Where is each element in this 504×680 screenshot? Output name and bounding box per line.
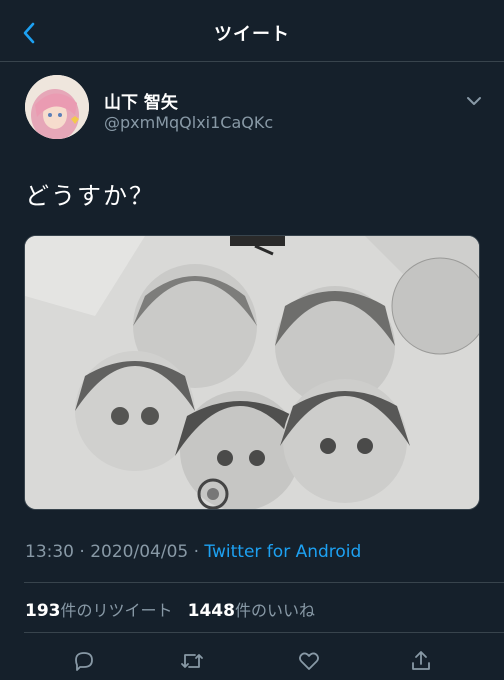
heart-icon xyxy=(299,652,319,670)
user-handle[interactable]: @pxmMqQlxi1CaQKc xyxy=(104,113,273,132)
tweet-meta: 13:30 · 2020/04/05 · Twitter for Android xyxy=(25,542,361,562)
retweets-label: 件のリツイート xyxy=(60,601,173,620)
tweet-time: 13:30 xyxy=(25,542,74,562)
like-button[interactable] xyxy=(295,647,323,675)
likes-count: 1448 xyxy=(187,601,235,621)
chevron-down-icon xyxy=(467,97,481,105)
share-button[interactable] xyxy=(407,647,435,675)
source-link[interactable]: Twitter for Android xyxy=(204,542,361,562)
tweet-text: どうすか？ xyxy=(25,182,155,210)
meta-separator: · xyxy=(193,542,200,562)
pencil-drawing-image xyxy=(25,236,479,509)
retweets-stat[interactable]: 193件のリツイート xyxy=(25,601,173,621)
tweet-date: 2020/04/05 xyxy=(90,542,189,562)
avatar-image xyxy=(25,75,89,139)
tweet-media-image[interactable] xyxy=(24,235,480,510)
divider xyxy=(24,632,504,633)
page-title: ツイート xyxy=(214,24,290,45)
retweets-count: 193 xyxy=(25,601,61,621)
likes-stat[interactable]: 1448件のいいね xyxy=(187,601,315,621)
meta-separator: · xyxy=(79,542,85,562)
engagement-stats: 193件のリツイート 1448件のいいね xyxy=(25,597,315,621)
top-bar: ツイート xyxy=(0,0,504,62)
action-bar xyxy=(0,647,504,677)
retweet-button[interactable] xyxy=(178,647,206,675)
tweet-detail-screen: ツイート 山下 智矢 @pxmMqQlxi1CaQKc どうすか？ 13:30 … xyxy=(0,0,504,680)
likes-label: 件のいいね xyxy=(234,601,315,620)
retweet-icon xyxy=(181,654,203,668)
share-icon xyxy=(412,651,430,670)
display-name[interactable]: 山下 智矢 xyxy=(104,88,178,113)
divider xyxy=(24,582,504,583)
more-options-button[interactable] xyxy=(465,92,483,105)
reply-icon xyxy=(75,652,93,671)
avatar[interactable] xyxy=(25,75,89,139)
reply-button[interactable] xyxy=(70,647,98,675)
